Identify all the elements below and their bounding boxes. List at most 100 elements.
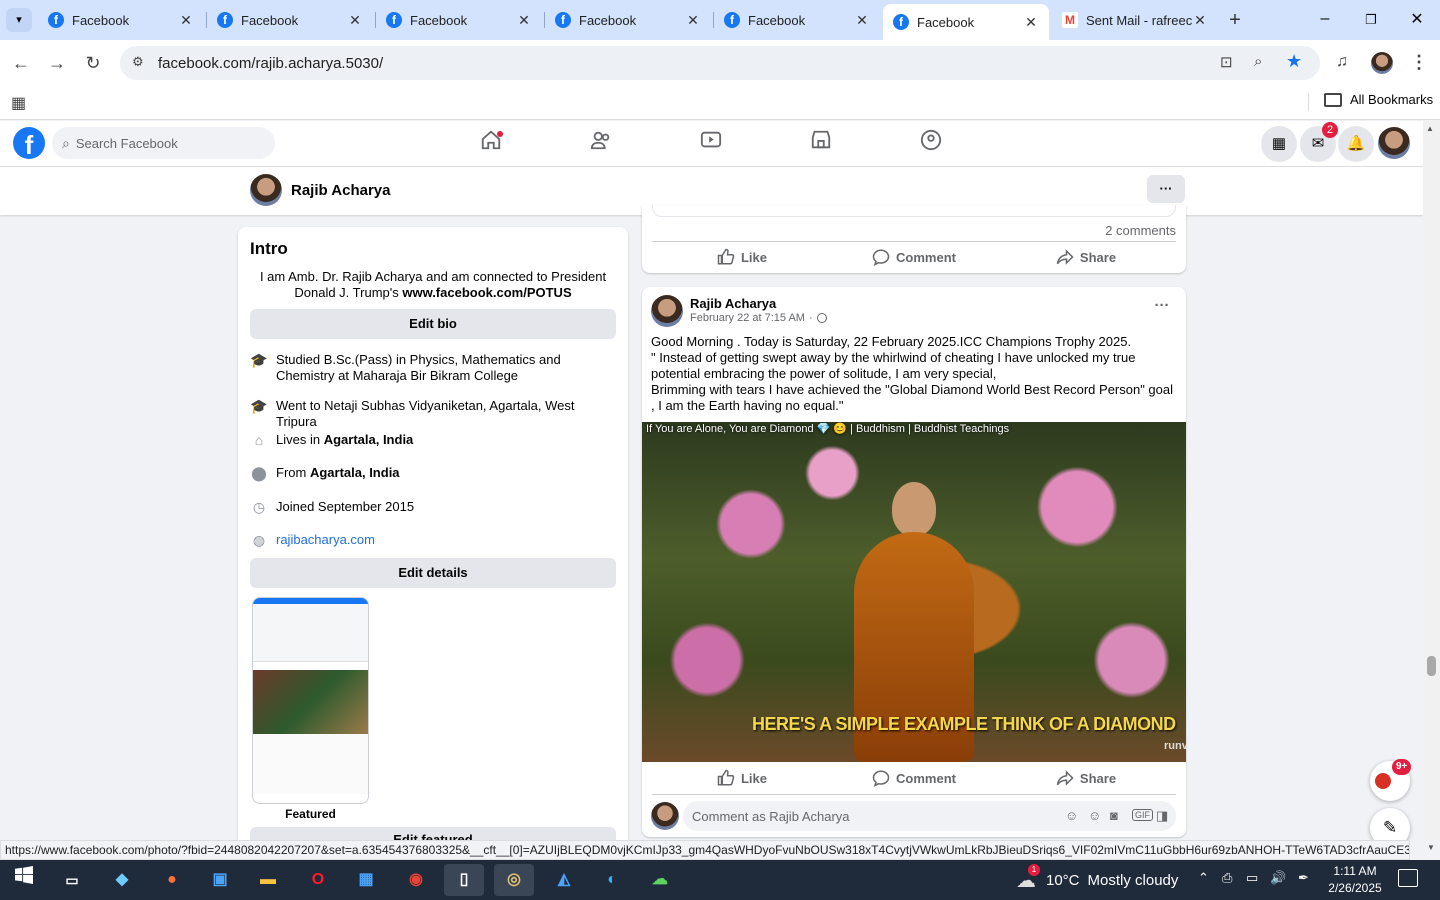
post-options-button[interactable]: ··· xyxy=(1150,297,1174,317)
share-button[interactable]: Share xyxy=(996,763,1176,793)
featured-thumbnail[interactable] xyxy=(252,597,369,804)
camera-icon[interactable]: ◙ xyxy=(1110,808,1118,823)
copilot-icon[interactable]: ◆ xyxy=(102,864,142,896)
notification-center-icon[interactable] xyxy=(1398,869,1418,887)
zoom-icon[interactable]: ⌕ xyxy=(1254,53,1262,70)
volume-icon[interactable]: 🔊 xyxy=(1270,870,1286,886)
detail-place[interactable]: Agartala, India xyxy=(324,432,414,447)
edit-bio-button[interactable]: Edit bio xyxy=(250,309,616,339)
share-button[interactable]: Share xyxy=(996,242,1176,272)
minimize-button[interactable]: – xyxy=(1312,8,1338,32)
close-tab-icon[interactable]: ✕ xyxy=(1023,14,1039,31)
news-app-button[interactable]: 9+ xyxy=(1370,759,1412,801)
profile-name[interactable]: Rajib Acharya xyxy=(291,182,391,199)
browser-tab[interactable]: f Facebook ✕ xyxy=(714,4,880,36)
close-tab-icon[interactable]: ✕ xyxy=(854,12,870,29)
browser-tab[interactable]: M Sent Mail - rafreec ✕ xyxy=(1052,4,1218,36)
address-bar[interactable]: ⚙ facebook.com/rajib.acharya.5030/ ⊡ ⌕ ★ xyxy=(120,46,1320,80)
bookmark-star-icon[interactable]: ★ xyxy=(1286,51,1302,72)
store-icon[interactable]: ▦ xyxy=(346,864,386,896)
sticker-icon[interactable]: ◨ xyxy=(1156,808,1168,824)
task-view-icon[interactable]: ▭ xyxy=(52,864,92,896)
scroll-down-arrow[interactable]: ▼ xyxy=(1427,843,1435,852)
opera-icon[interactable]: O xyxy=(298,864,338,896)
comments-count[interactable]: 2 comments xyxy=(1105,223,1176,238)
groups-nav-icon[interactable] xyxy=(911,129,951,157)
like-button[interactable]: Like xyxy=(652,763,832,793)
post-time[interactable]: February 22 at 7:15 AM xyxy=(690,312,805,324)
browser-tab[interactable]: f Facebook ✕ xyxy=(207,4,373,36)
intro-detail-text[interactable]: rajibacharya.com xyxy=(276,532,375,548)
site-info-icon[interactable]: ⚙ xyxy=(132,54,144,70)
profile-avatar[interactable] xyxy=(250,174,282,206)
apps-grid-icon[interactable]: ▦ xyxy=(11,93,26,113)
facebook-search-input[interactable]: ⌕ Search Facebook xyxy=(52,127,275,159)
messenger-icon[interactable]: ✉ 2 xyxy=(1300,122,1338,162)
close-tab-icon[interactable]: ✕ xyxy=(685,12,701,29)
close-tab-icon[interactable]: ✕ xyxy=(178,12,194,29)
like-button[interactable]: Like xyxy=(652,242,832,272)
menu-grid-icon[interactable]: ▦ xyxy=(1261,126,1297,162)
install-app-icon[interactable]: ⊡ xyxy=(1220,53,1233,71)
app-icon[interactable]: ◎ xyxy=(494,864,534,896)
account-avatar[interactable] xyxy=(1378,127,1410,159)
media-control-icon[interactable]: ♫ xyxy=(1336,53,1348,71)
notifications-bell-icon[interactable]: 🔔 xyxy=(1338,126,1374,162)
comment-input[interactable]: Comment as Rajib Acharya ☺ ☺ ◙ GIF ◨ xyxy=(683,801,1176,831)
forward-button[interactable]: → xyxy=(42,48,72,78)
friends-nav-icon[interactable] xyxy=(581,129,621,157)
maximize-button[interactable]: ❐ xyxy=(1358,8,1384,32)
gif-icon[interactable]: GIF xyxy=(1132,809,1153,821)
close-window-button[interactable]: ✕ xyxy=(1404,8,1430,32)
reload-button[interactable]: ↻ xyxy=(78,48,108,78)
post-author-avatar[interactable] xyxy=(651,295,683,327)
close-tab-icon[interactable]: ✕ xyxy=(1192,12,1208,29)
photos-icon[interactable]: ◭ xyxy=(544,864,584,896)
edge-icon[interactable]: ◐ xyxy=(592,864,632,896)
browser-tab[interactable]: f Facebook ✕ xyxy=(545,4,711,36)
commenter-avatar[interactable] xyxy=(651,802,679,830)
post-video[interactable]: If You are Alone, You are Diamond 💎 😊 | … xyxy=(642,422,1186,762)
clock[interactable]: 1:11 AM 2/26/2025 xyxy=(1322,863,1388,897)
browser-menu-icon[interactable]: ⋮ xyxy=(1410,52,1428,73)
file-explorer-icon[interactable]: ▬ xyxy=(248,864,288,896)
weather-widget[interactable]: ☁ 1 10°C Mostly cloudy xyxy=(1016,864,1178,893)
edit-details-button[interactable]: Edit details xyxy=(250,558,616,588)
close-tab-icon[interactable]: ✕ xyxy=(516,12,532,29)
scrollbar-thumb[interactable] xyxy=(1427,656,1436,676)
new-tab-button[interactable]: + xyxy=(1222,8,1248,32)
notification-dot xyxy=(497,131,503,137)
marketplace-nav-icon[interactable] xyxy=(801,129,841,157)
tray-icon[interactable]: ⎙ xyxy=(1222,870,1232,886)
show-hidden-icons[interactable]: ⌃ xyxy=(1198,870,1209,886)
page-scrollbar[interactable]: ▲ xyxy=(1423,121,1440,840)
comment-button[interactable]: Comment xyxy=(824,242,1004,272)
profile-more-button[interactable]: ··· xyxy=(1147,175,1185,203)
network-icon[interactable]: ▭ xyxy=(1246,870,1258,886)
video-nav-icon[interactable] xyxy=(691,129,731,157)
notepad-icon[interactable]: ▯ xyxy=(444,864,484,896)
close-tab-icon[interactable]: ✕ xyxy=(347,12,363,29)
tab-search-button[interactable]: ▾ xyxy=(6,8,32,32)
browser-profile-avatar[interactable] xyxy=(1371,52,1393,74)
start-button[interactable] xyxy=(4,864,44,896)
avatar-sticker-icon[interactable]: ☺ xyxy=(1065,808,1078,823)
pen-icon[interactable]: ✒ xyxy=(1298,870,1309,886)
bio-link[interactable]: www.facebook.com/POTUS xyxy=(402,285,571,300)
cloud-app-icon[interactable]: ☁ xyxy=(640,864,680,896)
back-button[interactable]: ← xyxy=(6,48,36,78)
browser-tab[interactable]: f Facebook ✕ xyxy=(376,4,542,36)
home-nav-icon[interactable] xyxy=(471,129,511,157)
tab-active[interactable]: f Facebook ✕ xyxy=(883,4,1049,40)
firefox-icon[interactable]: ● xyxy=(152,864,192,896)
all-bookmarks-button[interactable]: All Bookmarks xyxy=(1324,92,1433,107)
post-author-name[interactable]: Rajib Acharya xyxy=(690,296,776,311)
app-icon[interactable]: ▣ xyxy=(200,864,240,896)
browser-tab[interactable]: f Facebook ✕ xyxy=(38,4,204,36)
facebook-logo-icon[interactable]: f xyxy=(13,127,45,160)
scroll-up-arrow[interactable]: ▲ xyxy=(1426,124,1434,133)
comment-button[interactable]: Comment xyxy=(824,763,1004,793)
chrome-icon[interactable]: ◉ xyxy=(396,864,436,896)
emoji-icon[interactable]: ☺ xyxy=(1088,808,1101,823)
detail-place[interactable]: Agartala, India xyxy=(310,465,400,480)
